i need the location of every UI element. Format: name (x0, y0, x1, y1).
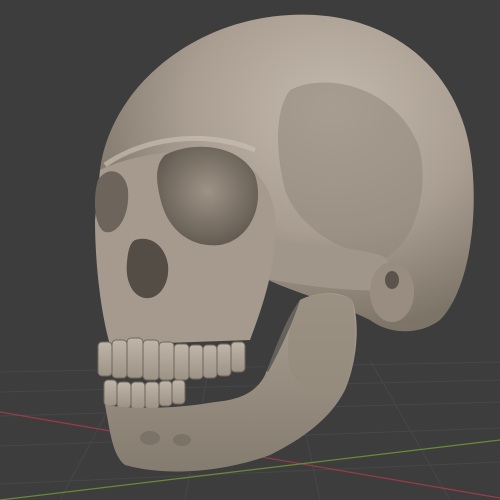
ear-canal (385, 271, 399, 289)
upper-teeth (97, 337, 246, 381)
mandible-ramus (288, 294, 355, 397)
viewport-canvas[interactable] (0, 0, 500, 500)
chin-detail-left (140, 431, 160, 445)
3d-viewport[interactable] (0, 0, 500, 500)
chin-detail-right (173, 434, 191, 446)
skull-model[interactable] (94, 14, 474, 472)
lower-teeth (103, 379, 186, 410)
